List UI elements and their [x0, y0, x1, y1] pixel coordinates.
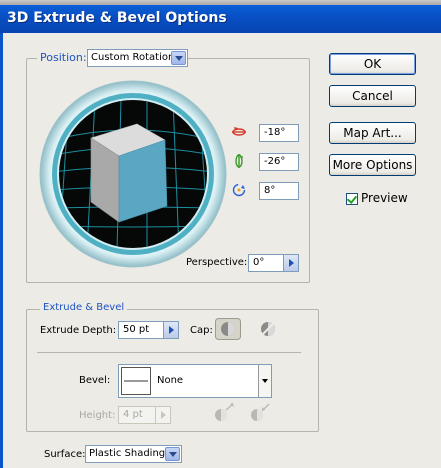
preview-checkbox[interactable]	[346, 193, 358, 205]
y-rotation-icon	[235, 154, 243, 168]
z-rotation-input[interactable]: 8°	[259, 182, 299, 200]
extrude-bevel-label: Extrude & Bevel	[40, 302, 128, 313]
bevel-label: Bevel:	[79, 375, 111, 386]
x-rotation-icon	[232, 127, 246, 136]
surface-select[interactable]: Plastic Shading	[85, 445, 182, 463]
perspective-slider-button[interactable]	[283, 254, 299, 272]
height-label: Height:	[79, 410, 116, 421]
check-icon	[346, 193, 358, 204]
position-select[interactable]: Custom Rotation	[87, 49, 188, 67]
bevel-value: None	[157, 375, 184, 386]
cap-label: Cap:	[190, 325, 213, 336]
position-label: Position:	[37, 51, 90, 64]
divider	[37, 352, 301, 353]
bevel-select[interactable]: None	[118, 364, 272, 398]
height-input: 4 pt	[118, 406, 156, 424]
perspective-input[interactable]: 0°	[248, 254, 284, 272]
cube	[90, 123, 168, 223]
surface-select-value: Plastic Shading	[89, 448, 166, 459]
dialog-title: 3D Extrude & Bevel Options	[7, 10, 227, 26]
bevel-dropdown-button	[258, 365, 271, 397]
extrude-depth-slider-button[interactable]	[163, 321, 179, 339]
rotation-trackball[interactable]	[39, 80, 227, 268]
bevel-in-icon	[251, 403, 270, 421]
extrude-depth-input[interactable]: 50 pt	[118, 321, 164, 339]
preview-label[interactable]: Preview	[361, 191, 408, 205]
height-slider-button	[155, 406, 171, 424]
map-art-button[interactable]: Map Art...	[329, 122, 416, 144]
chevron-down-icon	[262, 379, 268, 383]
cancel-button[interactable]: Cancel	[329, 85, 416, 107]
bevel-out-icon	[215, 403, 234, 421]
y-rotation-input[interactable]: -26°	[259, 153, 299, 171]
window-frame	[0, 33, 3, 468]
x-rotation-input[interactable]: -18°	[259, 124, 299, 142]
surface-label: Surface:	[44, 449, 86, 460]
title-bar: 3D Extrude & Bevel Options	[0, 5, 441, 33]
z-rotation-icon	[232, 183, 246, 197]
perspective-label: Perspective:	[186, 257, 248, 268]
chevron-down-icon	[165, 447, 180, 461]
cap-off-icon[interactable]	[258, 319, 278, 339]
position-select-value: Custom Rotation	[91, 52, 175, 63]
ok-button[interactable]: OK	[329, 53, 416, 75]
chevron-down-icon	[171, 51, 186, 65]
bevel-shape-icon	[121, 367, 151, 395]
cap-on-icon[interactable]	[215, 318, 241, 340]
extrude-depth-label: Extrude Depth:	[40, 325, 117, 336]
more-options-button[interactable]: More Options	[329, 154, 416, 176]
